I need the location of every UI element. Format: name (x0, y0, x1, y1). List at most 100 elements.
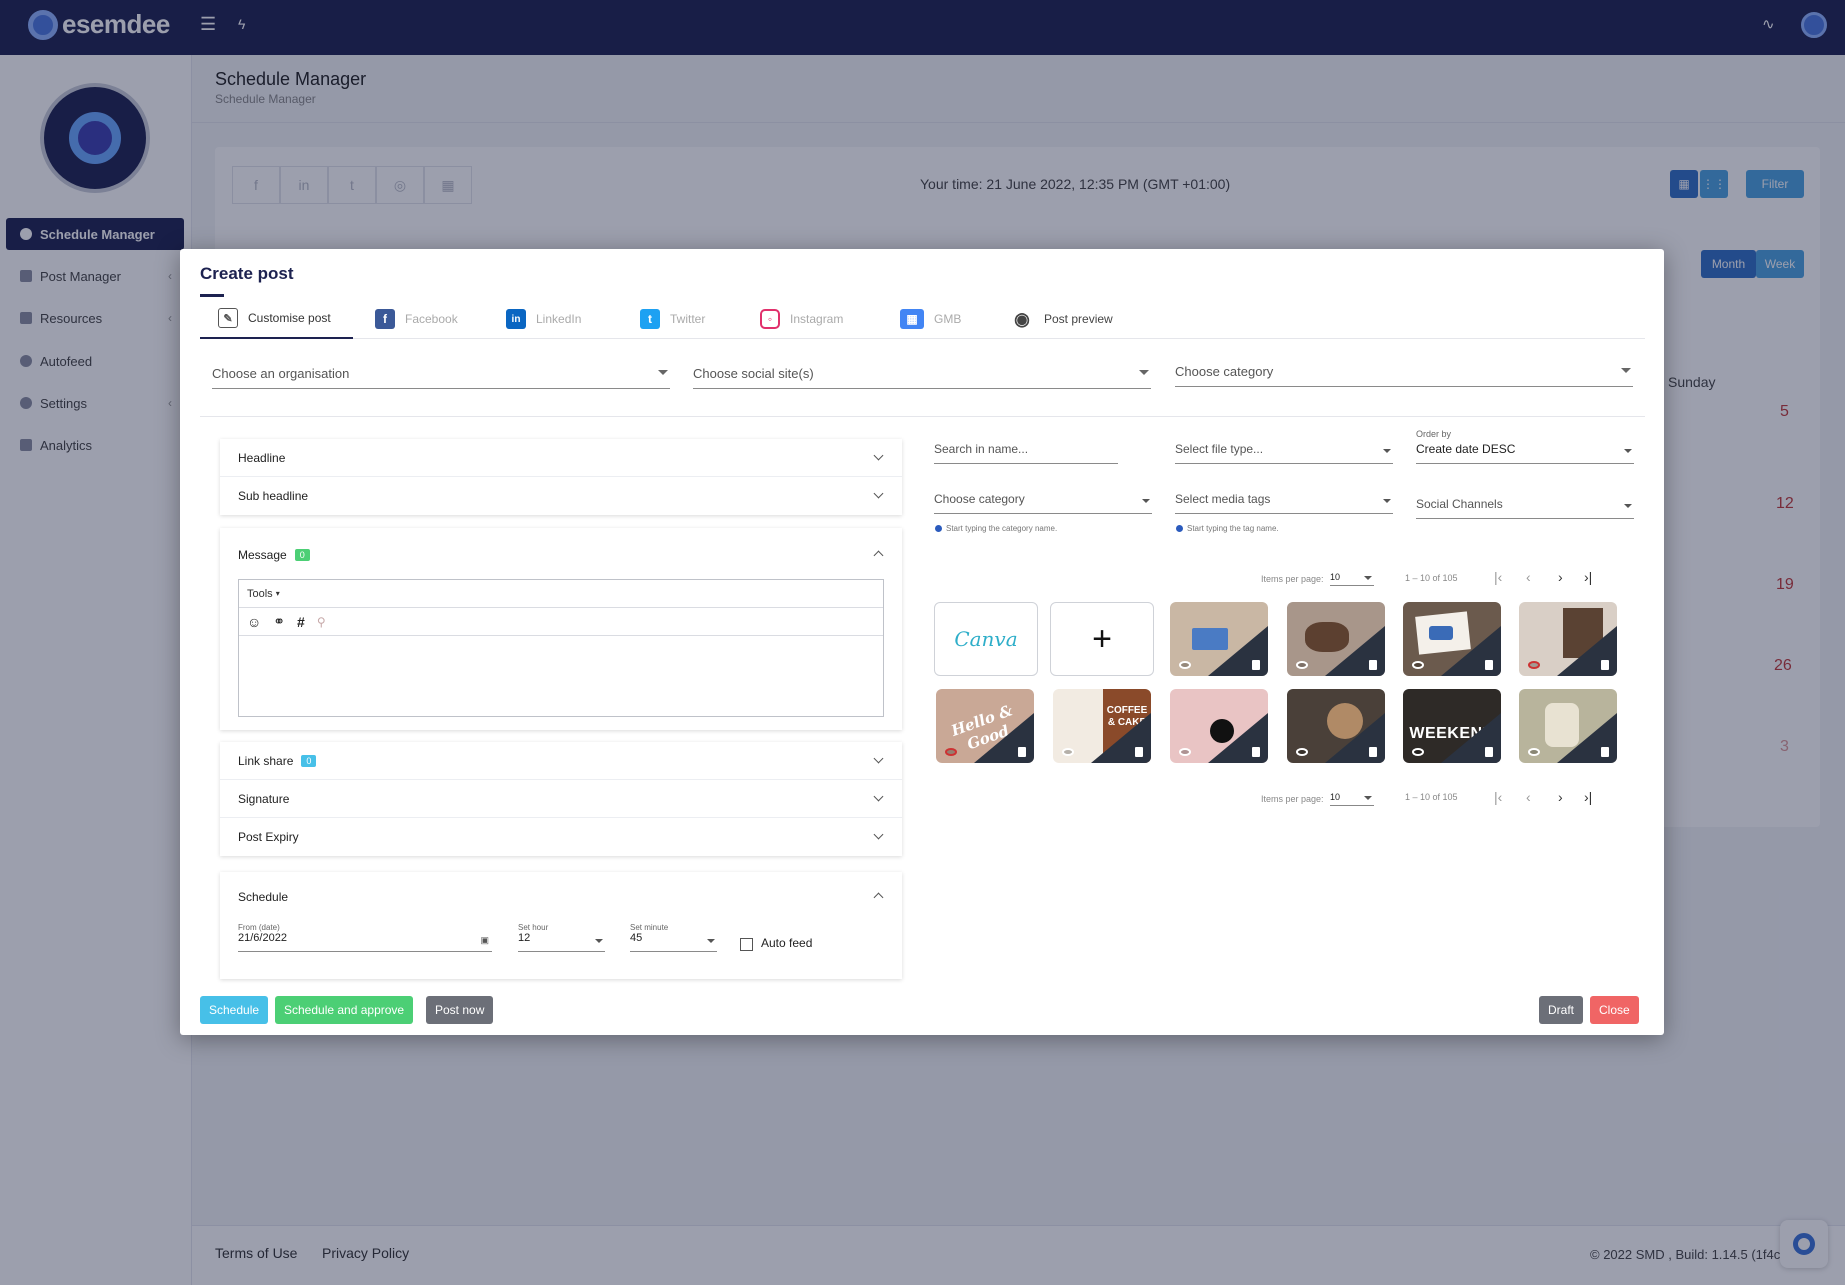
set-minute-label: Set minute (630, 923, 669, 932)
media-thumbnail[interactable] (1519, 602, 1617, 676)
eye-icon[interactable] (1296, 748, 1308, 756)
message-editor: Tools ▾ ☺ ⚭ # ⚲ (238, 579, 884, 717)
eye-icon: ◉ (1014, 308, 1030, 329)
tab-twitter[interactable]: t Twitter (640, 299, 705, 339)
next-page-icon[interactable]: › (1558, 569, 1563, 585)
link-icon[interactable]: ⚭ (273, 613, 285, 630)
file-icon (1369, 747, 1377, 757)
category-hint: Start typing the category name. (935, 524, 1057, 533)
tab-gmb[interactable]: ▦ GMB (900, 299, 961, 339)
prev-page-icon[interactable]: ‹ (1526, 789, 1531, 805)
hashtag-icon[interactable]: # (297, 614, 305, 630)
signature-row[interactable]: Signature (220, 780, 902, 818)
media-thumbnail[interactable] (1287, 602, 1385, 676)
file-icon (1601, 747, 1609, 757)
caret-down-icon (1383, 449, 1391, 453)
message-panel: Message 0 Tools ▾ ☺ ⚭ # ⚲ (220, 528, 902, 730)
organisation-select[interactable]: Choose an organisation (212, 359, 670, 389)
eye-icon[interactable] (945, 748, 957, 756)
eye-icon[interactable] (1412, 661, 1424, 669)
social-sites-select[interactable]: Choose social site(s) (693, 359, 1151, 389)
caret-down-icon (1621, 368, 1631, 373)
media-thumbnail[interactable] (1287, 689, 1385, 763)
draft-button[interactable]: Draft (1539, 996, 1584, 1024)
tools-menu[interactable]: Tools ▾ (239, 580, 883, 608)
close-button[interactable]: Close (1590, 996, 1639, 1024)
eye-icon[interactable] (1528, 661, 1540, 669)
media-category-select[interactable]: Choose category (934, 492, 1152, 514)
tab-post-preview[interactable]: ◉ Post preview (1010, 299, 1113, 339)
eye-icon[interactable] (1179, 748, 1191, 756)
eye-icon[interactable] (1179, 661, 1191, 669)
post-expiry-row[interactable]: Post Expiry (220, 818, 902, 856)
message-textarea[interactable] (239, 636, 883, 716)
sub-headline-row[interactable]: Sub headline (220, 477, 902, 515)
eye-icon[interactable] (1062, 748, 1074, 756)
info-icon (1176, 525, 1183, 532)
first-page-icon[interactable]: |‹ (1494, 569, 1502, 585)
media-tags-select[interactable]: Select media tags (1175, 492, 1393, 514)
plus-icon: + (1092, 619, 1112, 658)
tab-facebook[interactable]: f Facebook (375, 299, 458, 339)
category-select[interactable]: Choose category (1175, 357, 1633, 387)
eye-icon[interactable] (1528, 748, 1540, 756)
pagination-range: 1 – 10 of 105 (1405, 573, 1458, 583)
social-channels-select[interactable]: Social Channels (1416, 497, 1634, 519)
items-per-page-select[interactable]: 10 (1330, 792, 1374, 806)
items-per-page-select[interactable]: 10 (1330, 572, 1374, 586)
tab-linkedin[interactable]: in LinkedIn (506, 299, 581, 339)
store-icon: ▦ (900, 309, 924, 329)
eye-icon[interactable] (1412, 748, 1424, 756)
auto-feed-checkbox[interactable] (740, 938, 753, 951)
file-icon (1485, 660, 1493, 670)
last-page-icon[interactable]: ›| (1584, 789, 1592, 805)
caret-down-icon (595, 939, 603, 943)
post-tabs: ✎ Customise post f Facebook in LinkedIn … (200, 299, 1645, 339)
first-page-icon[interactable]: |‹ (1494, 789, 1502, 805)
add-media-tile[interactable]: + (1050, 602, 1154, 676)
tab-instagram[interactable]: ◦ Instagram (760, 299, 843, 339)
eye-icon[interactable] (1296, 661, 1308, 669)
design-in-canva-tile[interactable]: Canva (934, 602, 1038, 676)
from-date-input[interactable]: 21/6/2022 ▣ (238, 932, 492, 952)
tab-customise-post[interactable]: ✎ Customise post (200, 299, 353, 339)
hour-select[interactable]: 12 (518, 932, 605, 952)
caret-down-icon (707, 939, 715, 943)
modal-title: Create post (200, 264, 294, 283)
calendar-icon[interactable]: ▣ (480, 935, 489, 946)
order-by-select[interactable]: Create date DESC (1416, 442, 1634, 464)
media-thumbnail[interactable]: WEEKEND (1403, 689, 1501, 763)
chevron-down-icon (873, 829, 884, 840)
caret-down-icon (1142, 499, 1150, 503)
order-by-label: Order by (1416, 429, 1452, 439)
media-thumbnail[interactable] (1170, 602, 1268, 676)
file-icon (1135, 747, 1143, 757)
link-share-row[interactable]: Link share 0 (220, 742, 902, 780)
media-thumbnail[interactable]: COFFEE & CAKE (1053, 689, 1151, 763)
set-hour-label: Set hour (518, 923, 549, 932)
next-page-icon[interactable]: › (1558, 789, 1563, 805)
file-icon (1601, 660, 1609, 670)
emoji-icon[interactable]: ☺ (247, 614, 261, 630)
media-thumbnail[interactable] (1403, 602, 1501, 676)
media-search-input[interactable]: Search in name... (934, 442, 1118, 464)
last-page-icon[interactable]: ›| (1584, 569, 1592, 585)
schedule-row[interactable]: Schedule (220, 872, 902, 922)
caret-down-icon: ▾ (275, 589, 280, 598)
message-row[interactable]: Message 0 (220, 528, 902, 582)
post-now-button[interactable]: Post now (426, 996, 494, 1024)
caret-down-icon (1364, 576, 1372, 580)
file-type-select[interactable]: Select file type... (1175, 442, 1393, 464)
create-post-modal: Create post ✎ Customise post f Facebook … (180, 249, 1664, 1035)
headline-row[interactable]: Headline (220, 439, 902, 477)
prev-page-icon[interactable]: ‹ (1526, 569, 1531, 585)
schedule-button[interactable]: Schedule (200, 996, 269, 1024)
media-thumbnail[interactable]: Hello & Good (936, 689, 1034, 763)
twitter-icon: t (640, 309, 660, 329)
media-thumbnail[interactable] (1170, 689, 1268, 763)
location-pin-icon[interactable]: ⚲ (317, 615, 326, 629)
media-thumbnail[interactable] (1519, 689, 1617, 763)
minute-select[interactable]: 45 (630, 932, 717, 952)
schedule-and-approve-button[interactable]: Schedule and approve (275, 996, 414, 1024)
link-share-badge: 0 (301, 754, 317, 767)
